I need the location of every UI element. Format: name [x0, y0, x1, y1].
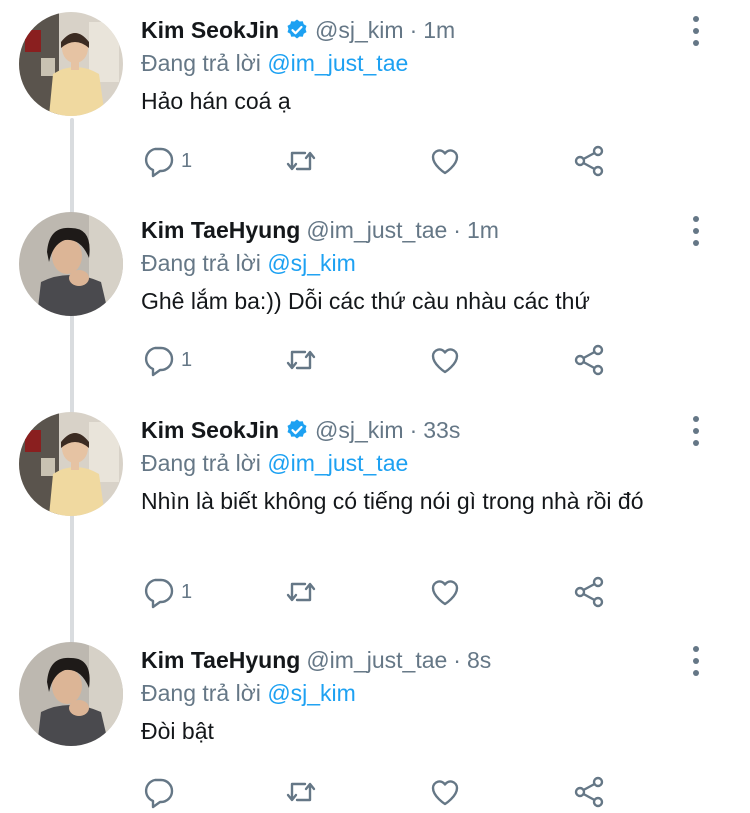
tweet-text: Đòi bật [141, 718, 214, 744]
reply-button[interactable]: 1 [141, 141, 192, 181]
mention-link[interactable]: @im_just_tae [267, 50, 408, 76]
retweet-button[interactable] [284, 572, 318, 612]
author-name[interactable]: Kim TaeHyung [141, 213, 300, 247]
tweet-actions: 1 [141, 572, 611, 612]
author-handle[interactable]: @sj_kim [315, 413, 404, 447]
share-icon [572, 775, 606, 809]
retweet-icon [284, 575, 318, 609]
like-button[interactable] [428, 340, 462, 380]
author-name[interactable]: Kim SeokJin [141, 413, 279, 447]
more-options-button[interactable] [684, 414, 708, 448]
author-name[interactable]: Kim TaeHyung [141, 643, 300, 677]
replying-prefix: Đang trả lời [141, 250, 261, 276]
like-button[interactable] [428, 572, 462, 612]
replying-to: Đang trả lời @sj_kim [141, 677, 681, 709]
separator-dot: · [409, 17, 418, 43]
retweet-icon [284, 343, 318, 377]
more-options-button[interactable] [684, 214, 708, 248]
heart-icon [428, 343, 462, 377]
like-button[interactable] [428, 772, 462, 812]
more-options-button[interactable] [684, 14, 708, 48]
replying-prefix: Đang trả lời [141, 680, 261, 706]
avatar-seokjin [19, 12, 123, 116]
mention-link[interactable]: @sj_kim [267, 250, 356, 276]
heart-icon [428, 144, 462, 178]
tweet-text: Nhìn là biết không có tiếng nói gì trong… [141, 488, 644, 514]
share-icon [572, 144, 606, 178]
share-button[interactable] [572, 340, 606, 380]
more-vertical-icon [693, 16, 699, 46]
share-icon [572, 575, 606, 609]
retweet-button[interactable] [284, 340, 318, 380]
more-vertical-icon [693, 216, 699, 246]
tweet-text: Hảo hán coá ạ [141, 88, 291, 114]
like-button[interactable] [428, 141, 462, 181]
heart-icon [428, 775, 462, 809]
avatar[interactable] [19, 412, 123, 516]
reply-count: 1 [181, 348, 193, 371]
more-vertical-icon [693, 416, 699, 446]
author-handle[interactable]: @im_just_tae [306, 643, 447, 677]
avatar-taehyung [19, 642, 123, 746]
avatar[interactable] [19, 642, 123, 746]
reply-icon [141, 343, 175, 377]
retweet-button[interactable] [284, 772, 318, 812]
tweet-actions: 1 [141, 340, 611, 380]
replying-prefix: Đang trả lời [141, 450, 261, 476]
share-button[interactable] [572, 141, 606, 181]
reply-count: 1 [181, 149, 193, 172]
reply-button[interactable]: 1 [141, 572, 192, 612]
replying-to: Đang trả lời @im_just_tae [141, 447, 681, 479]
verified-badge-icon [285, 18, 309, 42]
retweet-button[interactable] [284, 141, 318, 181]
heart-icon [428, 575, 462, 609]
timestamp[interactable]: 33s [423, 413, 460, 447]
mention-link[interactable]: @sj_kim [267, 680, 356, 706]
tweet-actions: 1 [141, 141, 611, 181]
retweet-icon [284, 144, 318, 178]
retweet-icon [284, 775, 318, 809]
share-icon [572, 343, 606, 377]
author-handle[interactable]: @sj_kim [315, 13, 404, 47]
mention-link[interactable]: @im_just_tae [267, 450, 408, 476]
separator-dot: · [453, 217, 461, 243]
more-options-button[interactable] [684, 644, 708, 678]
timestamp[interactable]: 1m [423, 13, 455, 47]
share-button[interactable] [572, 572, 606, 612]
separator-dot: · [453, 647, 461, 673]
tweet-actions [141, 772, 611, 812]
avatar[interactable] [19, 12, 123, 116]
reply-button[interactable] [141, 772, 181, 812]
tweet-text: Ghê lắm ba:)) Dỗi các thứ càu nhàu các t… [141, 288, 590, 314]
reply-icon [141, 775, 175, 809]
avatar[interactable] [19, 212, 123, 316]
reply-icon [141, 144, 175, 178]
reply-button[interactable]: 1 [141, 340, 192, 380]
share-button[interactable] [572, 772, 606, 812]
more-vertical-icon [693, 646, 699, 676]
timestamp[interactable]: 8s [467, 643, 491, 677]
reply-icon [141, 575, 175, 609]
timestamp[interactable]: 1m [467, 213, 499, 247]
avatar-taehyung [19, 212, 123, 316]
replying-to: Đang trả lời @im_just_tae [141, 47, 681, 79]
avatar-seokjin [19, 412, 123, 516]
replying-prefix: Đang trả lời [141, 50, 261, 76]
thread-connector-line [70, 118, 74, 646]
reply-count: 1 [181, 580, 193, 603]
author-name[interactable]: Kim SeokJin [141, 13, 279, 47]
separator-dot: · [409, 417, 418, 443]
verified-badge-icon [285, 418, 309, 442]
replying-to: Đang trả lời @sj_kim [141, 247, 681, 279]
author-handle[interactable]: @im_just_tae [306, 213, 447, 247]
